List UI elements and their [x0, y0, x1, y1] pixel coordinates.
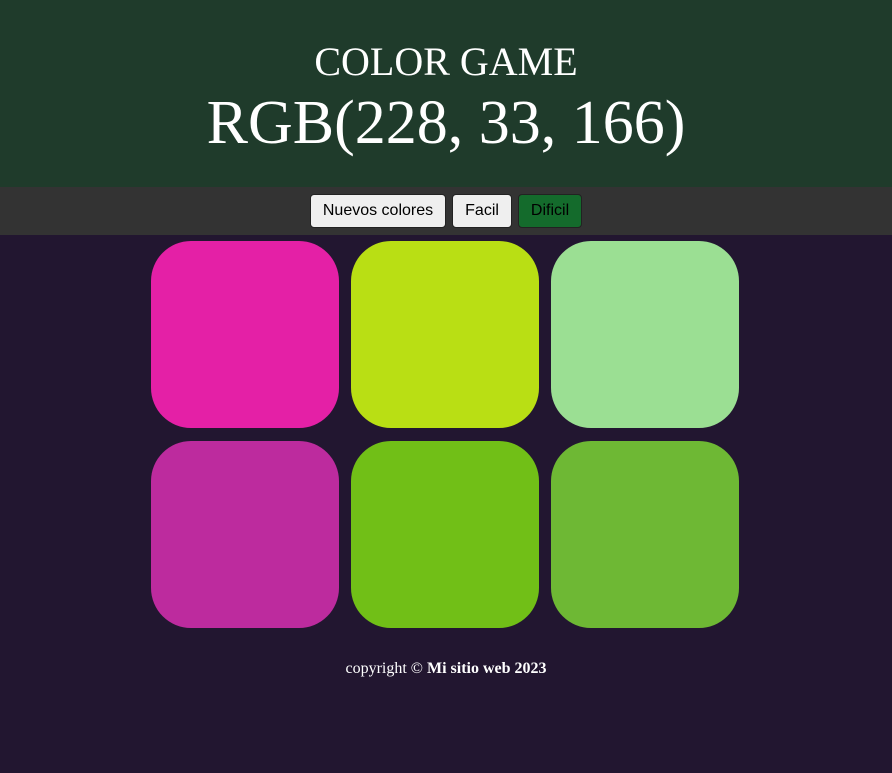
color-square[interactable] — [551, 241, 739, 428]
footer: copyright © Mi sitio web 2023 — [0, 659, 892, 679]
header: COLOR GAME RGB(228, 33, 166) — [0, 0, 892, 187]
game-title: COLOR GAME — [314, 39, 578, 84]
easy-mode-button[interactable]: Facil — [452, 194, 512, 228]
color-square[interactable] — [351, 441, 539, 628]
hard-mode-button[interactable]: Dificil — [517, 194, 583, 228]
new-colors-button[interactable]: Nuevos colores — [309, 194, 447, 228]
color-square[interactable] — [151, 441, 339, 628]
color-grid — [0, 235, 892, 635]
site-name: Mi sitio web 2023 — [426, 660, 547, 677]
copyright-text: copyright © — [345, 660, 423, 677]
color-square[interactable] — [151, 241, 339, 428]
color-square[interactable] — [551, 441, 739, 628]
target-rgb-display: RGB(228, 33, 166) — [206, 89, 686, 157]
color-square[interactable] — [351, 241, 539, 428]
toolbar: Nuevos colores Facil Dificil — [0, 187, 892, 235]
